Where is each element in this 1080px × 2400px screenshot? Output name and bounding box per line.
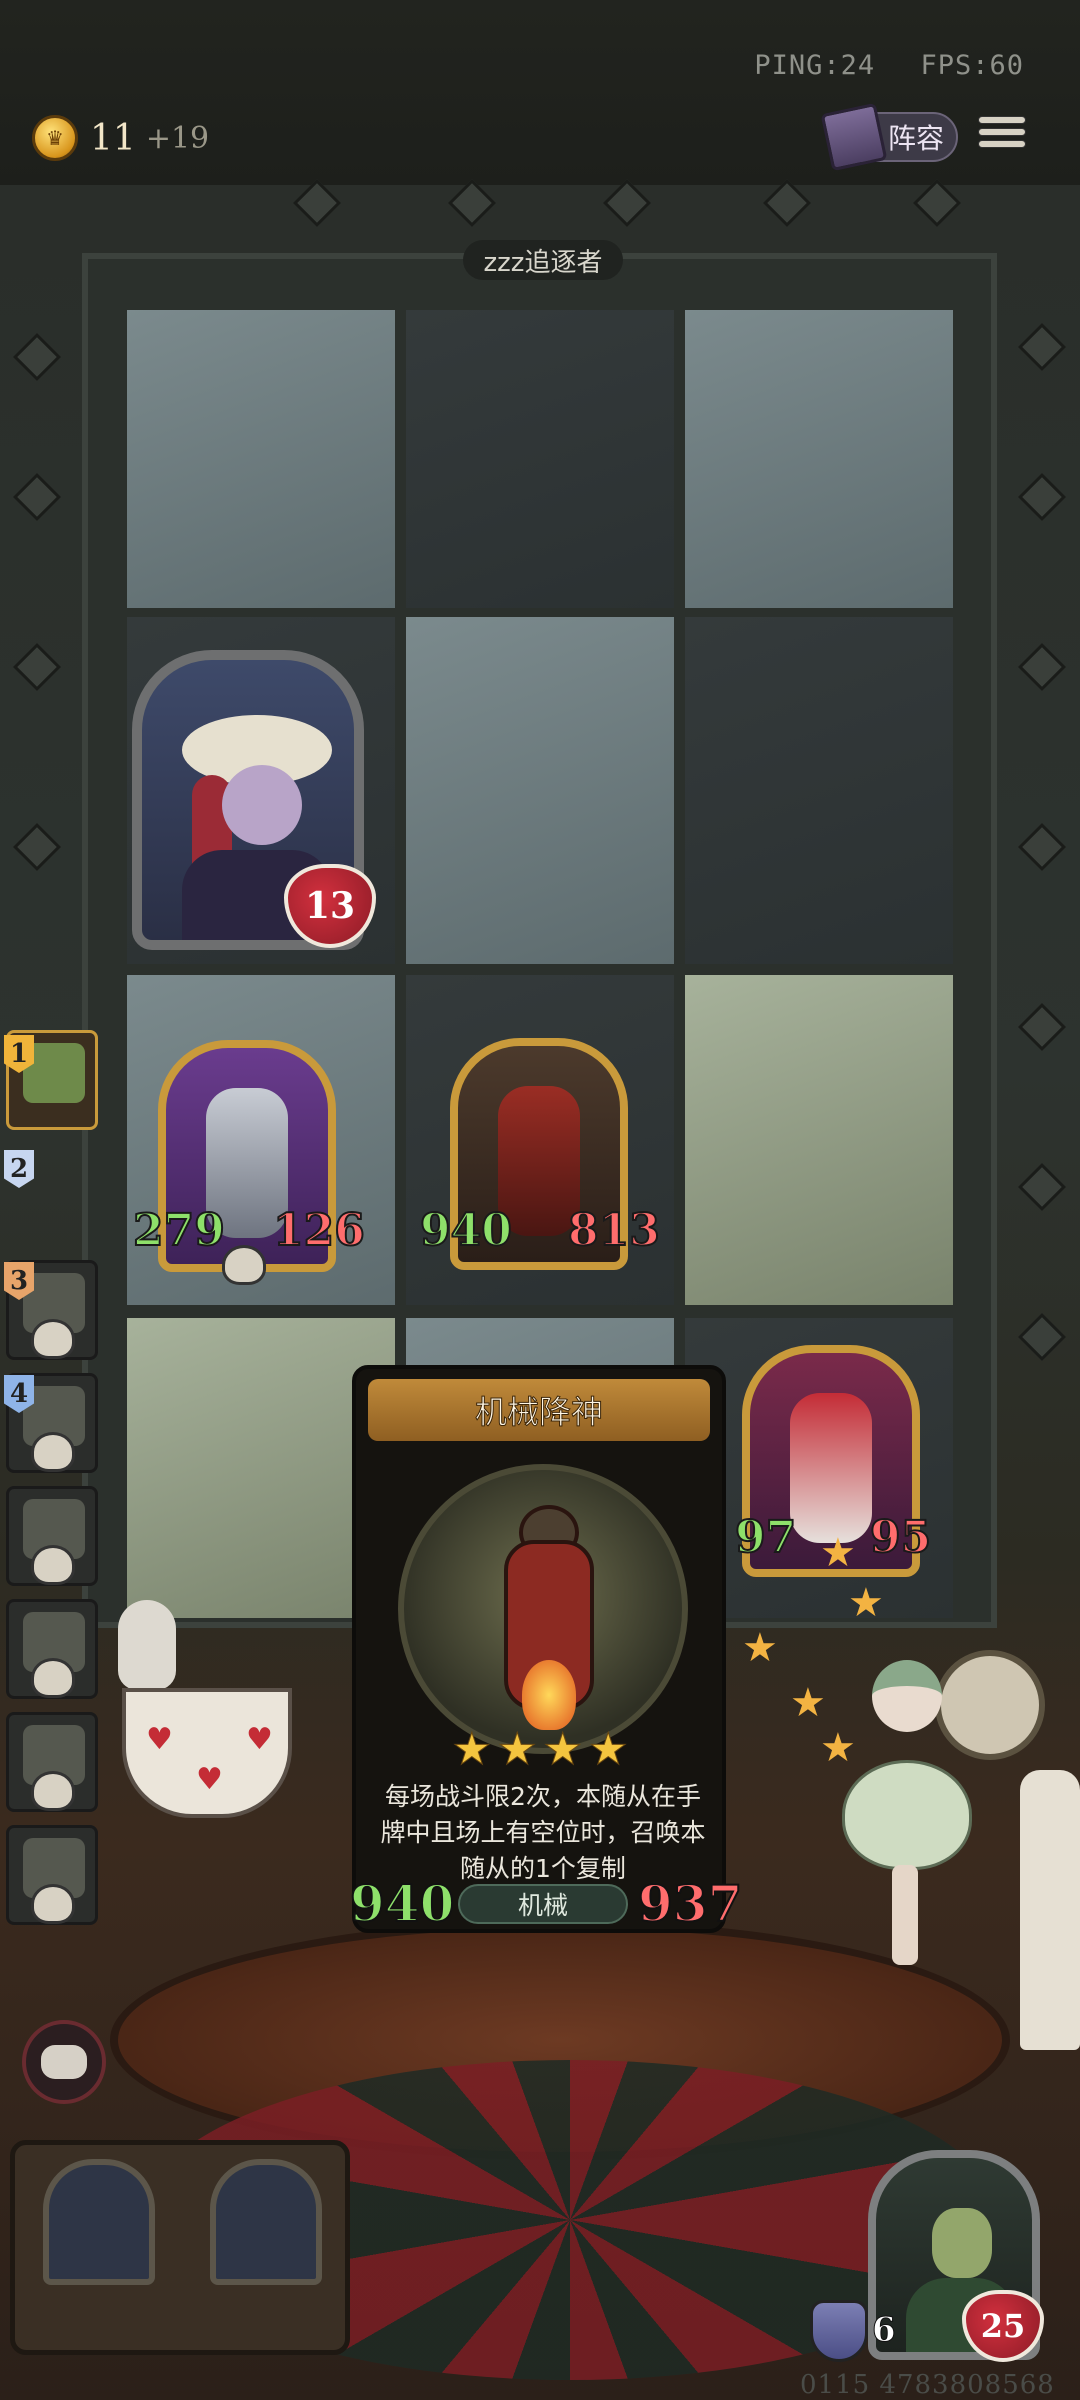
opponent-name: zzz追逐者 (463, 240, 623, 280)
gold-income: +19 (145, 120, 210, 156)
fps-readout: FPS:60 (920, 50, 1024, 81)
player-id: 0115 4783808568 (800, 2370, 1055, 2400)
gold-value: 11 (90, 117, 136, 159)
skull-icon (31, 1432, 75, 1472)
top-bar: PING:24 FPS:60 ♛ 11 +19 阵容 (0, 0, 1080, 185)
menu-button[interactable] (978, 112, 1026, 160)
card-description: 每场战斗限2次，本随从在手牌中且场上有空位时，召唤本随从的1个复制 (380, 1782, 706, 1883)
board-cell[interactable] (685, 975, 953, 1305)
player-rank-slot[interactable] (6, 1712, 98, 1812)
board-cell[interactable] (406, 617, 674, 964)
minion-health: 95 (869, 1511, 932, 1564)
player-rank-slot[interactable] (6, 1825, 98, 1925)
star-icon: ★ (848, 1580, 884, 1626)
card-art (398, 1464, 688, 1754)
skull-icon (222, 1245, 266, 1285)
card-tribe-tag: 机械 (458, 1884, 628, 1924)
chat-button[interactable] (22, 2020, 106, 2104)
gold-display: ♛ 11 +19 (32, 112, 209, 164)
shop-slot[interactable] (210, 2159, 322, 2285)
menu-icon (978, 116, 1026, 124)
shop-slot[interactable] (43, 2159, 155, 2285)
board-cell[interactable] (406, 310, 674, 608)
lineup-button[interactable]: 阵容 (820, 102, 958, 172)
board-cell[interactable] (127, 310, 395, 608)
card-tooltip: 机械降神 ★★★★ 每场战斗限2次，本随从在手牌中且场上有空位时，召唤本随从的1… (349, 1365, 743, 1934)
teacup: ♥ ♥ ♥ (122, 1688, 292, 1818)
skull-icon (31, 1319, 75, 1359)
chat-bubble-icon (41, 2045, 87, 2079)
chess-piece (1020, 1770, 1080, 2050)
skull-icon (31, 1884, 75, 1924)
skull-icon (31, 1771, 75, 1811)
coin-icon: ♛ (32, 115, 78, 161)
companion-character[interactable] (832, 1640, 982, 1970)
minion-health: 813 (567, 1204, 661, 1257)
card-health: 937 (637, 1873, 743, 1934)
minion-attack: 279 (132, 1204, 226, 1257)
armor-shield-icon (810, 2300, 868, 2362)
book-icon (820, 102, 888, 172)
minion-health: 126 (272, 1204, 366, 1257)
minion-attack: 940 (419, 1204, 513, 1257)
shop-shelf (10, 2140, 350, 2355)
player-rank-slot[interactable] (6, 1599, 98, 1699)
card-attack: 940 (349, 1873, 455, 1934)
card-name: 机械降神 (368, 1379, 710, 1441)
player-rank-slot[interactable] (6, 1486, 98, 1586)
lineup-label: 阵容 (887, 122, 944, 155)
ping-readout: PING:24 (754, 50, 876, 81)
minion-attack: 97 (734, 1511, 797, 1564)
bunny-figure (118, 1600, 176, 1690)
star-icon: ★ (820, 1725, 856, 1771)
player-armor: 6 (872, 2310, 897, 2351)
skull-icon (31, 1658, 75, 1698)
board-cell[interactable] (685, 617, 953, 964)
star-icon: ★ (742, 1625, 778, 1671)
board-cell[interactable] (685, 310, 953, 608)
card-stars: ★★★★ (452, 1724, 634, 1776)
skull-icon (31, 1545, 75, 1585)
card-footer: 940 机械 937 (349, 1873, 743, 1934)
network-status: PING:24 FPS:60 (726, 50, 1024, 81)
star-icon: ★ (820, 1530, 856, 1576)
star-icon: ★ (790, 1680, 826, 1726)
